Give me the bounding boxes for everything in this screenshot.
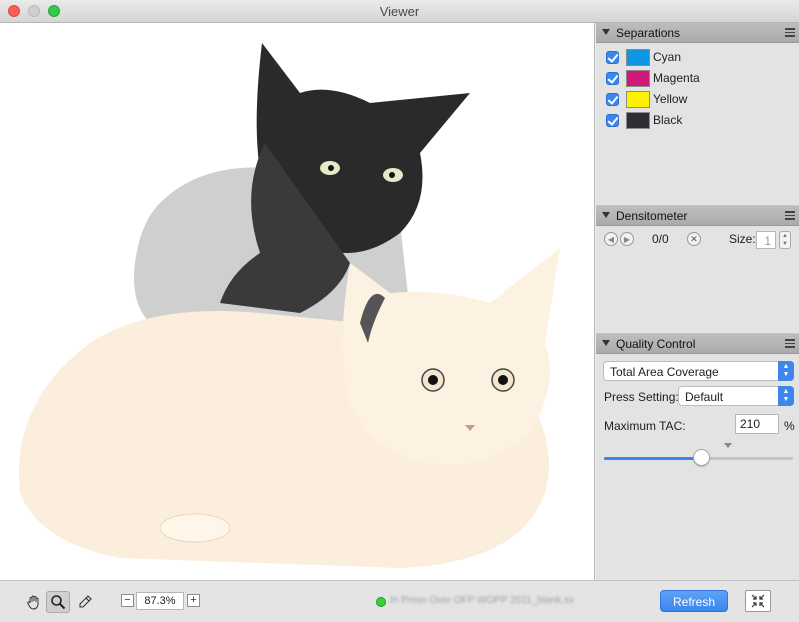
panel-menu-icon[interactable] xyxy=(785,339,795,348)
separation-row-magenta: Magenta xyxy=(606,69,700,87)
press-setting-value: Default xyxy=(685,390,724,404)
size-label: Size: xyxy=(729,232,756,246)
size-field[interactable]: 1 xyxy=(756,231,776,249)
eyedropper-tool-button[interactable] xyxy=(73,591,97,613)
preview-canvas[interactable] xyxy=(0,23,595,580)
tac-slider-knob[interactable] xyxy=(693,449,710,466)
tac-unit: % xyxy=(784,419,795,433)
panel-menu-icon[interactable] xyxy=(785,28,795,37)
sample-counter: 0/0 xyxy=(652,232,669,246)
window-title: Viewer xyxy=(379,4,420,19)
yellow-label: Yellow xyxy=(653,92,688,106)
densitometer-nav: ◀ ▶ xyxy=(604,230,634,248)
max-tac-label: Maximum TAC: xyxy=(604,419,686,433)
magenta-swatch xyxy=(626,69,650,87)
zoom-in-button[interactable]: + xyxy=(187,594,200,607)
collapse-arrows-icon xyxy=(751,594,765,608)
chevron-updown-icon: ▲ ▼ xyxy=(778,386,794,406)
status-text: In Press Over OFP WOPP 2011_blank.xx xyxy=(390,595,574,606)
next-sample-icon[interactable]: ▶ xyxy=(620,232,634,246)
title-bar: Viewer xyxy=(0,0,799,23)
quality-control-title: Quality Control xyxy=(616,337,696,351)
kittens-image xyxy=(18,43,560,568)
fit-window-button[interactable] xyxy=(745,590,771,612)
collapse-triangle-icon[interactable] xyxy=(602,212,610,218)
collapse-triangle-icon[interactable] xyxy=(602,29,610,35)
densitometer-panel: Densitometer xyxy=(596,206,799,334)
densitometer-header[interactable]: Densitometer xyxy=(596,206,799,226)
black-swatch xyxy=(626,111,650,129)
separation-row-black: Black xyxy=(606,111,682,129)
default-tick-icon xyxy=(724,443,732,448)
densitometer-title: Densitometer xyxy=(616,209,688,223)
clear-samples-icon[interactable]: ✕ xyxy=(687,232,701,246)
quality-control-header[interactable]: Quality Control xyxy=(596,334,799,354)
yellow-checkbox[interactable] xyxy=(606,92,619,106)
black-label: Black xyxy=(653,113,683,127)
size-stepper[interactable]: ▲ ▼ xyxy=(779,231,791,249)
panel-menu-icon[interactable] xyxy=(785,211,795,220)
press-setting-select[interactable]: Default ▲ ▼ xyxy=(678,386,794,406)
zoom-out-button[interactable]: − xyxy=(121,594,134,607)
separation-row-yellow: Yellow xyxy=(606,90,687,108)
press-setting-label: Press Setting: xyxy=(604,390,679,404)
max-tac-field[interactable]: 210 xyxy=(735,414,779,434)
separations-title: Separations xyxy=(616,26,681,40)
yellow-swatch xyxy=(626,90,650,108)
previous-sample-icon[interactable]: ◀ xyxy=(604,232,618,246)
status-indicator-icon xyxy=(376,597,386,607)
cyan-label: Cyan xyxy=(653,50,682,64)
cyan-checkbox[interactable] xyxy=(606,50,619,64)
eyedropper-icon xyxy=(79,595,92,608)
chevron-updown-icon: ▲ ▼ xyxy=(778,361,794,381)
qc-mode-value: Total Area Coverage xyxy=(610,365,719,379)
zoom-level-field[interactable]: 87.3% xyxy=(136,592,184,610)
magenta-label: Magenta xyxy=(653,71,700,85)
black-checkbox[interactable] xyxy=(606,113,619,127)
magnifier-icon xyxy=(51,595,66,610)
tac-slider-fill xyxy=(604,457,702,460)
magenta-checkbox[interactable] xyxy=(606,71,619,85)
zoom-tool-button[interactable] xyxy=(46,591,70,613)
hand-tool-icon xyxy=(27,595,39,610)
collapse-triangle-icon[interactable] xyxy=(602,340,610,346)
qc-mode-select[interactable]: Total Area Coverage ▲ ▼ xyxy=(603,361,794,381)
hand-tool-button[interactable] xyxy=(22,591,46,613)
separation-row-cyan: Cyan xyxy=(606,48,681,66)
cyan-swatch xyxy=(626,48,650,66)
separations-header[interactable]: Separations xyxy=(596,23,799,43)
clear-samples-wrapper: ✕ xyxy=(687,230,701,248)
refresh-button[interactable]: Refresh xyxy=(660,590,728,612)
